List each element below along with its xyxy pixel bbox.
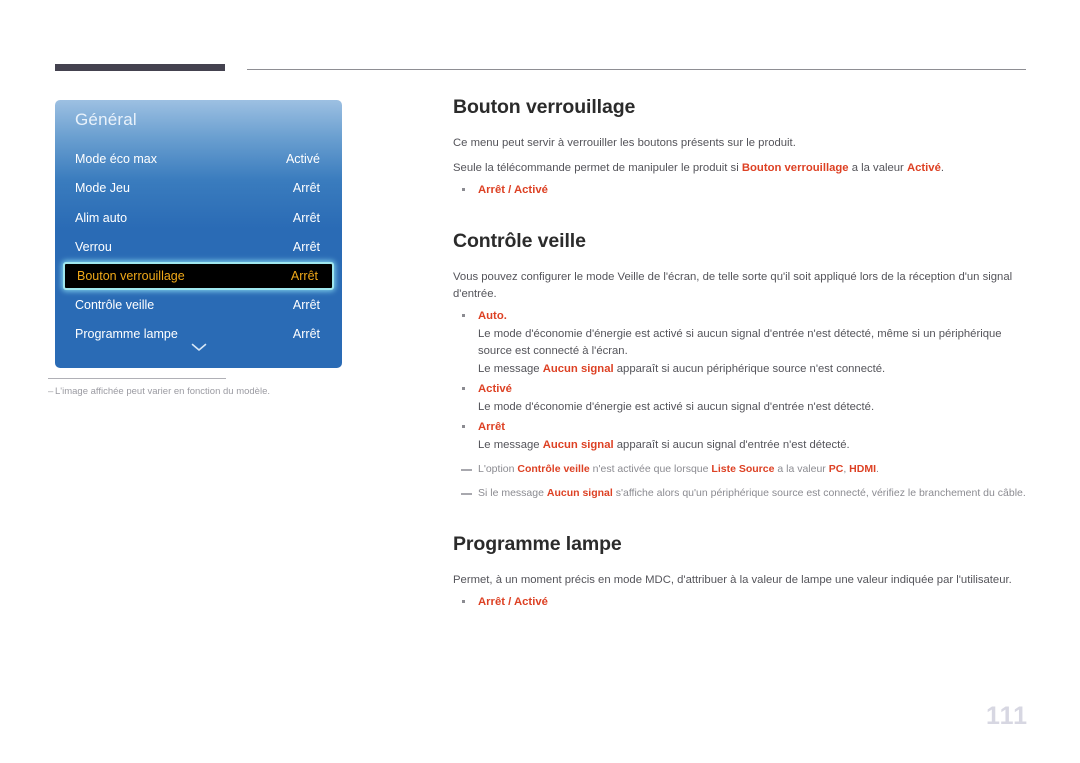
controle-veille-options: Auto. Le mode d'économie d'énergie est a…: [453, 307, 1028, 454]
text-fragment: .: [876, 463, 879, 475]
accent-term: HDMI: [849, 463, 876, 475]
osd-row-label: Alim auto: [75, 210, 128, 225]
accent-term: PC: [828, 463, 844, 475]
footnote-text: – L'image affichée peut varier en fonctio…: [48, 386, 368, 397]
option-description: Le mode d'économie d'énergie est activé …: [478, 401, 875, 413]
list-item: Arrêt Le message Aucun signal apparaît s…: [453, 418, 1028, 454]
section-title-controle-veille: Contrôle veille: [453, 230, 586, 252]
text-fragment: Le message: [478, 363, 543, 375]
osd-menu-panel: Général Mode éco max Activé Mode Jeu Arr…: [55, 100, 342, 368]
osd-row-bouton-verrouillage[interactable]: Bouton verrouillage Arrêt: [63, 262, 334, 290]
osd-row-controle-veille[interactable]: Contrôle veille Arrêt: [55, 290, 342, 320]
osd-row-mode-jeu[interactable]: Mode Jeu Arrêt: [55, 174, 342, 204]
list-item: Arrêt / Activé: [453, 593, 1028, 611]
programme-lampe-intro: Permet, à un moment précis en mode MDC, …: [453, 574, 1012, 586]
accent-term: Contrôle veille: [517, 463, 590, 475]
osd-row-label: Programme lampe: [75, 327, 178, 342]
option-label: Auto.: [478, 310, 507, 322]
bouton-verrouillage-intro: Ce menu peut servir à verrouiller les bo…: [453, 137, 796, 149]
text-fragment: Le message: [478, 439, 543, 451]
accent-term: Aucun signal: [546, 487, 613, 499]
osd-row-label: Verrou: [75, 240, 112, 255]
text-fragment: L'option: [478, 463, 518, 475]
text-fragment: n'est activée que lorsque: [589, 463, 712, 475]
programme-lampe-options: Arrêt / Activé: [453, 593, 1028, 611]
osd-row-value: Arrêt: [290, 269, 318, 283]
osd-menu-list: Mode éco max Activé Mode Jeu Arrêt Alim …: [55, 144, 342, 349]
osd-row-label: Contrôle veille: [75, 297, 155, 312]
accent-term: Bouton verrouillage: [741, 162, 849, 174]
osd-row-value: Arrêt: [292, 181, 320, 196]
osd-row-value: Arrêt: [292, 297, 320, 312]
page-header: [0, 0, 1080, 90]
footnote-rule: [48, 378, 226, 379]
option-label: Activé: [478, 383, 512, 395]
footnote-dash: –: [48, 386, 54, 397]
chevron-down-icon: [191, 343, 206, 351]
osd-row-value: Arrêt: [292, 240, 320, 255]
osd-row-value: Arrêt: [292, 327, 320, 342]
osd-row-value: Arrêt: [292, 210, 320, 225]
controle-veille-note-2: Si le message Aucun signal s'affiche alo…: [453, 485, 1028, 502]
osd-scroll-more[interactable]: [55, 341, 342, 354]
list-item: Arrêt / Activé: [453, 181, 1028, 199]
option-description: Le message Aucun signal apparaît si aucu…: [478, 361, 1028, 378]
option-description: Le message Aucun signal apparaît si aucu…: [478, 437, 1028, 454]
controle-veille-note-1: L'option Contrôle veille n'est activée q…: [453, 461, 1028, 478]
header-rule-thick: [55, 64, 225, 71]
text-fragment: apparaît si aucun signal d'entrée n'est …: [613, 439, 850, 451]
osd-row-label: Mode éco max: [75, 151, 157, 166]
osd-row-label: Bouton verrouillage: [77, 269, 185, 283]
section-title-bouton-verrouillage: Bouton verrouillage: [453, 96, 636, 118]
option-label: Arrêt: [478, 421, 505, 433]
osd-row-verrou[interactable]: Verrou Arrêt: [55, 233, 342, 263]
osd-footnote: – L'image affichée peut varier en fonctio…: [48, 378, 368, 397]
page-number: 111: [986, 702, 1028, 730]
osd-row-alim-auto[interactable]: Alim auto Arrêt: [55, 203, 342, 233]
text-fragment: a la valeur: [848, 162, 907, 174]
footnote-label: L'image affichée peut varier en fonction…: [55, 386, 270, 397]
content-column: Bouton verrouillage Ce menu peut servir …: [453, 96, 1028, 613]
option-description: Le mode d'économie d'énergie est activé …: [478, 328, 1002, 357]
option-label: Arrêt / Activé: [478, 184, 548, 196]
osd-menu-title: Général: [75, 110, 137, 129]
text-fragment: Si le message: [478, 487, 547, 499]
list-item: Activé Le mode d'économie d'énergie est …: [453, 380, 1028, 416]
text-fragment: a la valeur: [774, 463, 829, 475]
osd-row-label: Mode Jeu: [75, 181, 130, 196]
osd-row-value: Activé: [285, 151, 320, 166]
header-rule-thin: [247, 69, 1026, 70]
option-label: Arrêt / Activé: [478, 596, 548, 608]
accent-term: Liste Source: [711, 463, 775, 475]
section-title-programme-lampe: Programme lampe: [453, 533, 622, 555]
text-fragment: s'affiche alors qu'un périphérique sourc…: [612, 487, 1026, 499]
accent-term: Activé: [906, 162, 941, 174]
osd-row-mode-eco-max[interactable]: Mode éco max Activé: [55, 144, 342, 174]
text-fragment: Seule la télécommande permet de manipule…: [453, 162, 742, 174]
bouton-verrouillage-options: Arrêt / Activé: [453, 181, 1028, 199]
text-fragment: apparaît si aucun périphérique source n'…: [613, 363, 886, 375]
list-item: Auto. Le mode d'économie d'énergie est a…: [453, 307, 1028, 378]
text-fragment: .: [940, 162, 945, 174]
accent-term: Aucun signal: [542, 439, 614, 451]
accent-term: Aucun signal: [542, 363, 614, 375]
controle-veille-intro: Vous pouvez configurer le mode Veille de…: [453, 271, 1013, 300]
bouton-verrouillage-line2: Seule la télécommande permet de manipule…: [453, 160, 1028, 177]
